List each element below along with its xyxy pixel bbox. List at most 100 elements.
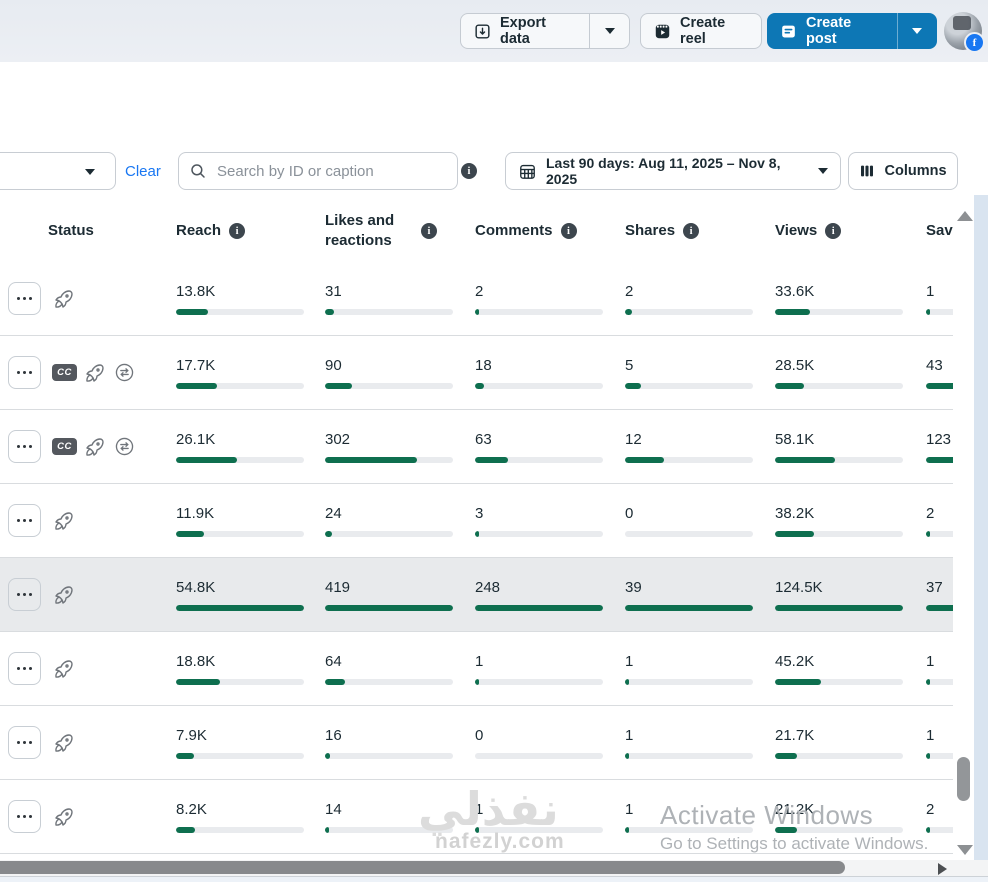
metric-bar-fill — [775, 752, 797, 759]
column-header-likes[interactable]: Likes and reactions i — [325, 200, 437, 262]
row-actions-button[interactable] — [8, 430, 41, 463]
metric-value: 7.9K — [176, 726, 207, 744]
metric-bar-fill — [926, 308, 930, 315]
scroll-down-arrow[interactable] — [957, 845, 973, 855]
metric-value: 2 — [926, 504, 935, 522]
table-row[interactable]: 8.2K 14 1 1 21.2K 2 — [0, 780, 953, 854]
export-dropdown-button[interactable] — [590, 14, 629, 48]
metric-bar-fill — [926, 382, 953, 389]
metric-value: 63 — [475, 430, 492, 448]
columns-button[interactable]: Columns — [848, 152, 958, 190]
table-body: 13.8K 31 2 2 33.6K 1 CC 17.7K 90 18 5 28.5K 43 CC 26.1… — [0, 262, 953, 854]
horizontal-scrollbar-thumb[interactable] — [0, 861, 845, 874]
filter-dropdown[interactable] — [0, 152, 116, 190]
row-actions-button[interactable] — [8, 356, 41, 389]
top-bar: Export data Create reel Create post f — [0, 0, 988, 62]
metric-cell-reach: 54.8K — [176, 558, 326, 631]
column-header-comments[interactable]: Comments i — [475, 200, 577, 262]
create-reel-button[interactable]: Create reel — [640, 13, 762, 49]
column-header-views[interactable]: Views i — [775, 200, 842, 262]
metric-bar-track — [926, 752, 953, 759]
metric-value: 1 — [625, 726, 634, 744]
create-post-button-group: Create post — [767, 13, 937, 49]
profile-avatar[interactable]: f — [944, 12, 985, 53]
clear-filters-link[interactable]: Clear — [125, 163, 161, 180]
metric-bar-track — [625, 382, 753, 389]
table-row[interactable]: 13.8K 31 2 2 33.6K 1 — [0, 262, 953, 336]
boost-rocket-icon — [52, 657, 76, 681]
row-actions-button[interactable] — [8, 726, 41, 759]
metric-value: 24 — [325, 504, 342, 522]
info-icon[interactable]: i — [683, 223, 700, 239]
scroll-right-arrow[interactable] — [938, 863, 947, 875]
column-header-shares[interactable]: Shares i — [625, 200, 700, 262]
metric-bar-fill — [775, 382, 804, 389]
metric-value: 1 — [926, 282, 935, 300]
metric-bar-track — [475, 604, 603, 611]
row-actions-button[interactable] — [8, 800, 41, 833]
metric-bar-track — [926, 826, 953, 833]
calendar-icon — [518, 162, 537, 181]
table-row[interactable]: 7.9K 16 0 1 21.7K 1 — [0, 706, 953, 780]
boost-rocket-icon — [83, 435, 107, 459]
metric-value: 33.6K — [775, 282, 815, 300]
metric-cell-likes: 90 — [325, 336, 475, 409]
info-icon[interactable]: i — [825, 223, 842, 239]
create-reel-label: Create reel — [680, 15, 726, 47]
metric-bar-track — [325, 826, 453, 833]
metric-value: 123 — [926, 430, 952, 448]
metric-bar-fill — [625, 456, 664, 463]
column-header-saves[interactable]: Saves — [926, 200, 953, 262]
metric-bar-track — [176, 308, 304, 315]
table-row[interactable]: CC 26.1K 302 63 12 58.1K 123 — [0, 410, 953, 484]
row-actions-button[interactable] — [8, 282, 41, 315]
page-edge-strip — [974, 195, 988, 860]
metric-value: 12 — [625, 430, 642, 448]
metric-value: 0 — [625, 504, 634, 522]
search-info-icon[interactable]: i — [461, 163, 477, 179]
column-header-reach[interactable]: Reach i — [176, 200, 246, 262]
table-row[interactable]: 18.8K 64 1 1 45.2K 1 — [0, 632, 953, 706]
metric-bar-fill — [775, 456, 835, 463]
metric-bar-fill — [176, 826, 195, 833]
metric-cell-reach: 18.8K — [176, 632, 326, 705]
row-actions-button[interactable] — [8, 578, 41, 611]
search-input[interactable] — [215, 161, 447, 181]
table-row[interactable]: 54.8K 419 248 39 124.5K 37 — [0, 558, 953, 632]
column-header-status[interactable]: Status — [48, 200, 94, 262]
info-icon[interactable]: i — [421, 223, 437, 239]
metric-value: 38.2K — [775, 504, 815, 522]
captions-badge-icon: CC — [52, 364, 77, 381]
boost-rocket-icon — [52, 583, 76, 607]
metric-bar-fill — [926, 530, 930, 537]
metric-bar-fill — [625, 308, 632, 315]
metric-value: 124.5K — [775, 578, 823, 596]
metric-bar-fill — [625, 678, 629, 685]
metric-value: 1 — [625, 652, 634, 670]
vertical-scrollbar-thumb[interactable] — [957, 757, 970, 801]
table-row[interactable]: 11.9K 24 3 0 38.2K 2 — [0, 484, 953, 558]
metric-cell-likes: 31 — [325, 262, 475, 335]
create-post-button[interactable]: Create post — [767, 13, 897, 49]
metric-bar-fill — [325, 456, 417, 463]
metric-bar-fill — [775, 826, 797, 833]
info-icon[interactable]: i — [229, 223, 246, 239]
date-range-selector[interactable]: Last 90 days: Aug 11, 2025 – Nov 8, 2025 — [505, 152, 841, 190]
row-actions-button[interactable] — [8, 504, 41, 537]
metric-cell-saves: 123 — [926, 410, 953, 483]
search-icon — [189, 162, 207, 180]
scroll-up-arrow[interactable] — [957, 211, 973, 221]
crosspost-icon — [113, 361, 136, 384]
metric-bar-track — [775, 678, 903, 685]
info-icon[interactable]: i — [560, 223, 577, 239]
metric-bar-track — [325, 456, 453, 463]
metric-bar-track — [176, 752, 304, 759]
metric-bar-track — [325, 604, 453, 611]
row-actions-button[interactable] — [8, 652, 41, 685]
create-post-dropdown-button[interactable] — [897, 13, 937, 49]
table-row[interactable]: CC 17.7K 90 18 5 28.5K 43 — [0, 336, 953, 410]
metric-bar-fill — [325, 752, 330, 759]
chevron-down-icon — [604, 28, 615, 34]
boost-rocket-icon — [52, 731, 76, 755]
export-data-button[interactable]: Export data — [461, 14, 589, 48]
